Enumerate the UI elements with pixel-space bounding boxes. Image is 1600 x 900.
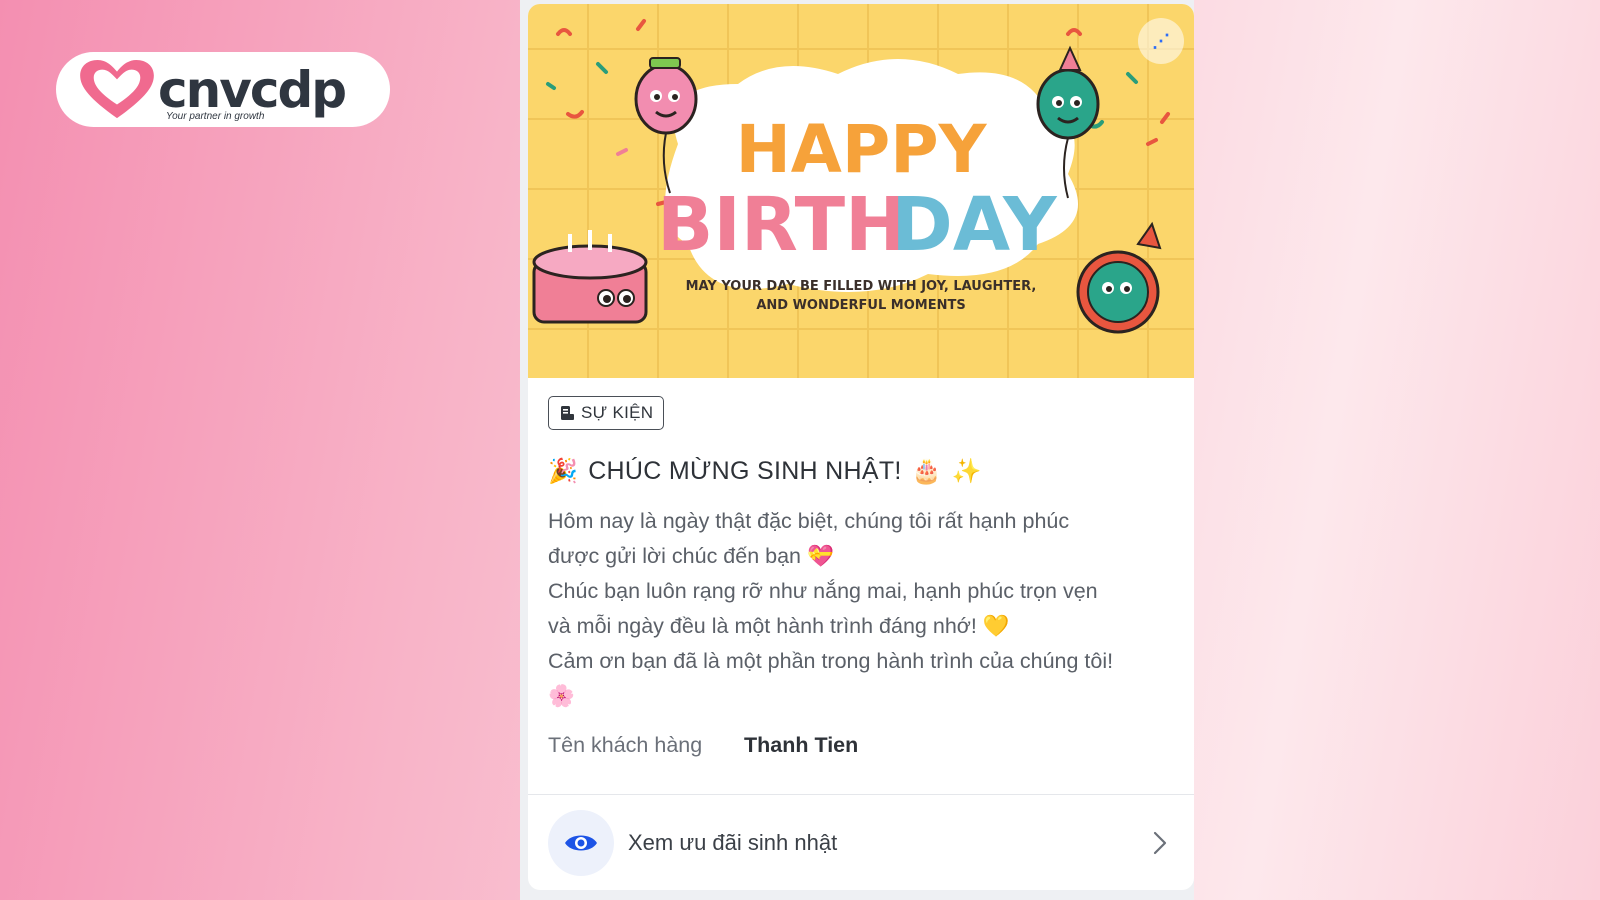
message-line: 🌸	[548, 684, 575, 708]
customer-name-label: Tên khách hàng	[548, 732, 703, 757]
brand-tagline: Your partner in growth	[166, 110, 265, 122]
banner-subtitle-line2: AND WONDERFUL MOMENTS	[756, 298, 965, 313]
brand-logo: cnvcdp Your partner in growth	[56, 52, 390, 127]
card-title-text: CHÚC MỪNG SINH NHẬT!	[588, 456, 902, 485]
chevron-right-icon	[1153, 831, 1167, 854]
customer-name-row: Tên khách hàng Thanh Tien	[548, 728, 1174, 762]
banner-headline-day: DAY	[891, 182, 1058, 268]
eye-icon	[565, 835, 597, 850]
message-line: Cảm ơn bạn đã là một phần trong hành trì…	[548, 649, 1114, 673]
cake-character	[532, 230, 648, 324]
phone-screen: HAPPY BIRTH DAY MAY YOUR DAY BE FILLED W…	[520, 0, 1194, 900]
avatar-icon[interactable]: ⋰	[1138, 18, 1184, 64]
birthday-banner-image: HAPPY BIRTH DAY MAY YOUR DAY BE FILLED W…	[528, 4, 1194, 378]
sparkles-icon: ✨	[951, 457, 983, 485]
birthday-message: Hôm nay là ngày thật đặc biệt, chúng tôi…	[548, 504, 1174, 714]
message-line: Chúc bạn luôn rạng rỡ như nắng mai, hạnh…	[548, 579, 1098, 603]
banner-subtitle-line1: MAY YOUR DAY BE FILLED WITH JOY, LAUGHTE…	[686, 279, 1037, 294]
customer-name-value: Thanh Tien	[744, 732, 859, 757]
view-birthday-offer-button[interactable]: Xem ưu đãi sinh nhật	[528, 795, 1194, 890]
event-icon	[561, 406, 574, 420]
banner-headline-happy: HAPPY	[736, 111, 988, 188]
birthday-event-card: HAPPY BIRTH DAY MAY YOUR DAY BE FILLED W…	[528, 4, 1194, 890]
eye-icon-container	[548, 809, 614, 876]
message-line: và mỗi ngày đều là một hành trình đáng n…	[548, 614, 1010, 638]
message-line: được gửi lời chúc đến bạn 💝	[548, 544, 834, 568]
message-line: Hôm nay là ngày thật đặc biệt, chúng tôi…	[548, 509, 1070, 533]
clock-character	[1076, 221, 1162, 334]
party-popper-icon: 🎉	[548, 457, 579, 485]
card-title: 🎉 CHÚC MỪNG SINH NHẬT! 🎂 ✨	[548, 454, 1174, 488]
cake-icon: 🎂	[911, 457, 942, 485]
view-birthday-offer-label: Xem ưu đãi sinh nhật	[628, 829, 838, 855]
heart-logo-icon	[80, 59, 154, 118]
event-tag: SỰ KIỆN	[548, 396, 665, 430]
banner-headline-birth: BIRTH	[657, 182, 907, 268]
event-tag-label: SỰ KIỆN	[581, 403, 654, 422]
brand-name: cnvcdp	[158, 60, 347, 119]
